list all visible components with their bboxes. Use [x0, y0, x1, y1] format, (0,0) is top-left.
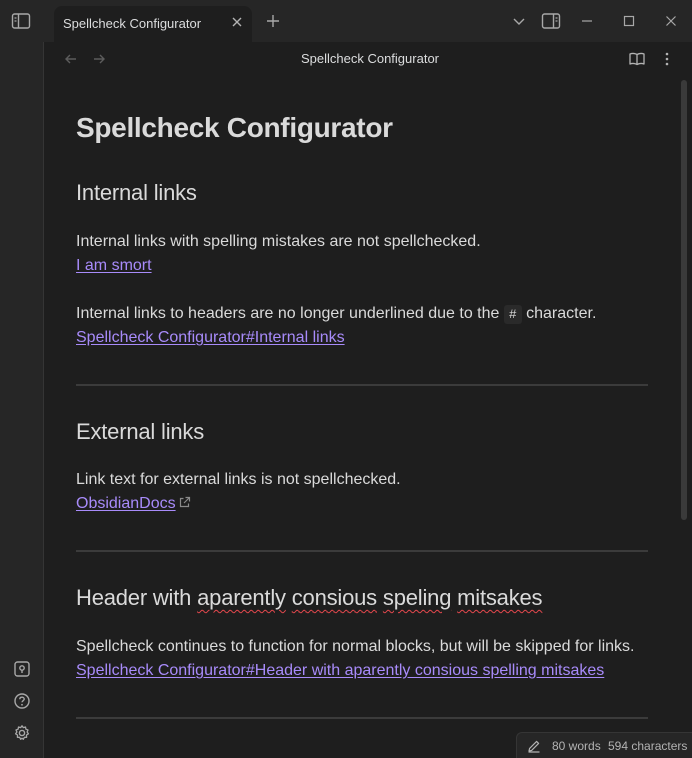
text: Internal links to headers are no longer …: [76, 305, 500, 322]
divider: [76, 717, 648, 719]
sidebar-toggle-icon[interactable]: [11, 11, 31, 31]
minimize-icon[interactable]: [578, 12, 596, 30]
heading-spelling-mistakes: Header with aparently consious speling m…: [76, 585, 543, 611]
maximize-icon[interactable]: [620, 12, 638, 30]
misspelled-word[interactable]: mitsakes: [457, 585, 542, 610]
view-title[interactable]: Spellcheck Configurator: [44, 51, 692, 66]
close-window-icon[interactable]: [662, 12, 680, 30]
character-count: 594 characters: [608, 739, 688, 753]
external-link[interactable]: ObsidianDocs: [76, 495, 176, 512]
misspelled-word[interactable]: aparently: [197, 585, 286, 610]
tab-spellcheck-configurator[interactable]: Spellcheck Configurator: [54, 6, 252, 42]
divider: [76, 550, 648, 552]
paragraph-link-line: Spellcheck Configurator#Header with apar…: [76, 662, 604, 680]
heading-text: Header with: [76, 585, 192, 610]
status-bar: 80 words 594 characters: [516, 732, 692, 758]
internal-link[interactable]: I am smort: [76, 257, 152, 274]
internal-link[interactable]: Spellcheck Configurator#Header with apar…: [76, 662, 604, 679]
more-vertical-icon[interactable]: [658, 50, 676, 68]
paragraph: Link text for external links is not spel…: [76, 471, 401, 488]
divider: [76, 384, 648, 386]
scrollbar[interactable]: [681, 80, 687, 520]
word-count: 80 words: [552, 739, 601, 753]
paragraph-link-line: ObsidianDocs: [76, 495, 191, 513]
gear-icon[interactable]: [13, 724, 31, 742]
paragraph: Internal links to headers are no longer …: [76, 305, 597, 324]
tab-title: Spellcheck Configurator: [63, 16, 202, 31]
misspelled-word[interactable]: consious: [292, 585, 377, 610]
heading-internal-links: Internal links: [76, 180, 197, 205]
heading-external-links: External links: [76, 419, 205, 444]
close-icon[interactable]: [230, 15, 244, 29]
left-ribbon: [0, 42, 44, 758]
text: character.: [526, 305, 597, 322]
external-link-icon: [178, 496, 191, 509]
misspelled-word[interactable]: speling: [383, 585, 452, 610]
view-header: Spellcheck Configurator: [44, 42, 692, 76]
paragraph: Spellcheck continues to function for nor…: [76, 638, 635, 655]
title-bar: Spellcheck Configurator: [0, 0, 692, 42]
chevron-down-icon[interactable]: [510, 12, 528, 30]
inline-code: #: [503, 305, 522, 324]
vault-icon[interactable]: [13, 660, 31, 678]
plus-icon[interactable]: [264, 12, 282, 30]
book-open-icon[interactable]: [628, 50, 646, 68]
internal-link[interactable]: Spellcheck Configurator#Internal links: [76, 329, 345, 346]
paragraph: Internal links with spelling mistakes ar…: [76, 233, 481, 250]
pencil-icon[interactable]: [527, 739, 541, 753]
paragraph-link-line: I am smort: [76, 257, 152, 275]
help-icon[interactable]: [13, 692, 31, 710]
page-title: Spellcheck Configurator: [76, 112, 393, 143]
right-sidebar-icon[interactable]: [541, 12, 561, 30]
paragraph-link-line: Spellcheck Configurator#Internal links: [76, 329, 345, 347]
